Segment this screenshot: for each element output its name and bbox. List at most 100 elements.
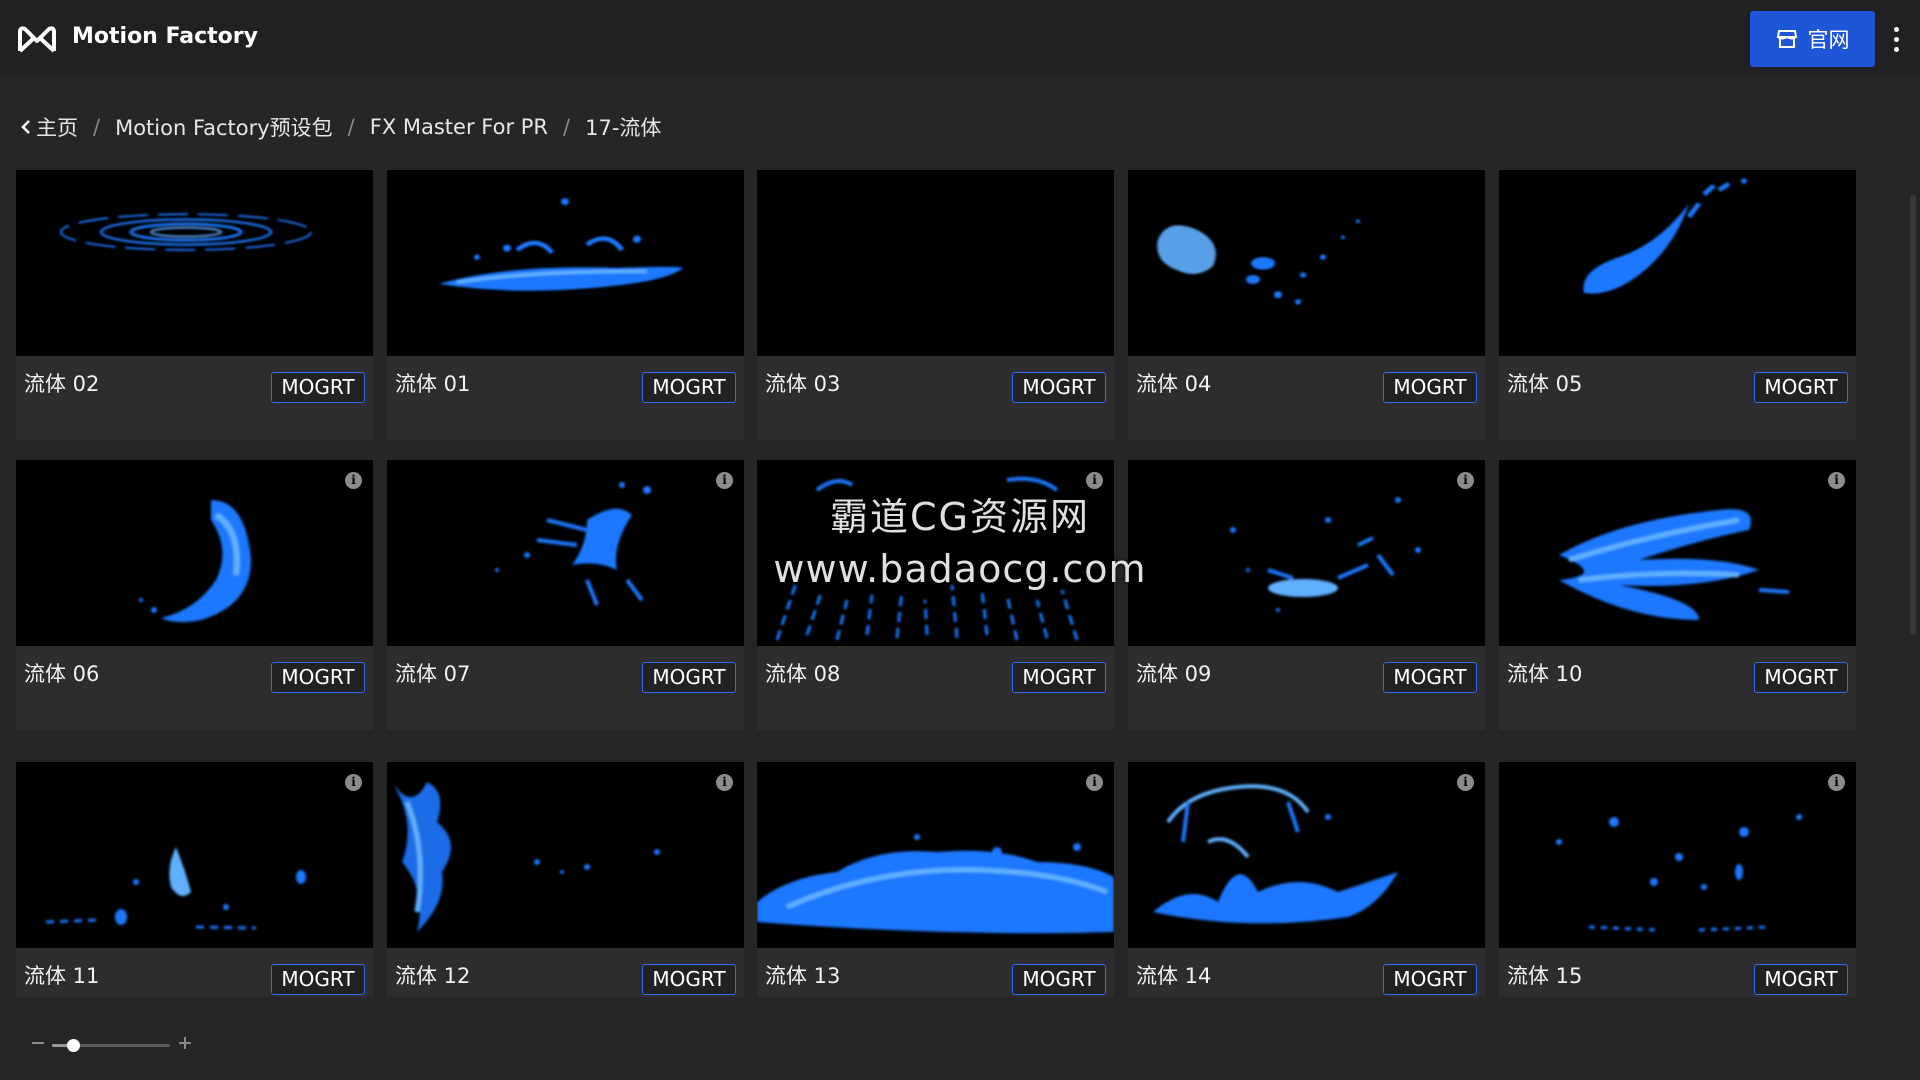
preset-thumbnail[interactable]	[387, 170, 744, 356]
minus-icon[interactable]	[30, 1035, 46, 1051]
breadcrumb-home[interactable]: 主页	[36, 112, 78, 142]
fluid-preview-graphic	[1153, 784, 1398, 924]
mogrt-badge[interactable]: MOGRT	[642, 964, 736, 995]
plus-icon[interactable]	[177, 1035, 193, 1051]
info-icon[interactable]: i	[345, 774, 362, 791]
info-icon[interactable]: i	[716, 472, 733, 489]
preset-thumbnail[interactable]	[1499, 170, 1856, 356]
more-menu-button[interactable]	[1888, 22, 1904, 56]
info-icon[interactable]: i	[1086, 472, 1103, 489]
info-icon[interactable]: i	[345, 472, 362, 489]
preset-thumbnail[interactable]	[16, 460, 373, 646]
preset-card[interactable]: i 流体 12 MOGRT	[387, 762, 744, 997]
breadcrumb-fx-master[interactable]: FX Master For PR	[370, 115, 548, 139]
preset-name: 流体 07	[395, 662, 471, 686]
fluid-preview-graphic	[60, 213, 312, 251]
preset-name: 流体 12	[395, 964, 471, 988]
preset-card[interactable]: i 流体 15 MOGRT	[1499, 762, 1856, 997]
preset-card[interactable]: i流体 01MOGRT	[387, 170, 744, 440]
mogrt-badge[interactable]: MOGRT	[1383, 964, 1477, 995]
mogrt-badge[interactable]: MOGRT	[1012, 372, 1106, 403]
mogrt-badge[interactable]: MOGRT	[1383, 662, 1477, 693]
fluid-preview-graphic	[439, 198, 683, 291]
preset-thumbnail[interactable]	[757, 762, 1114, 948]
preset-thumbnail[interactable]	[1128, 762, 1485, 948]
preset-name: 流体 02	[24, 372, 100, 396]
preset-card[interactable]: i 流体 11 MOGRT	[16, 762, 373, 997]
preset-card[interactable]: i 流体 10 MOGRT	[1499, 460, 1856, 730]
fluid-preview-graphic	[775, 476, 1079, 641]
bottom-bar	[0, 997, 1920, 1080]
info-icon[interactable]: i	[1828, 774, 1845, 791]
preset-name: 流体 03	[765, 372, 841, 396]
preset-name: 流体 10	[1507, 662, 1583, 686]
preset-name: 流体 08	[765, 662, 841, 686]
preset-thumbnail[interactable]	[1499, 460, 1856, 646]
breadcrumb-separator: /	[347, 115, 355, 139]
mogrt-badge[interactable]: MOGRT	[1754, 964, 1848, 995]
fluid-preview-graphic	[392, 782, 660, 932]
store-icon	[1776, 30, 1797, 48]
app-title: Motion Factory	[72, 24, 258, 49]
preset-name: 流体 01	[395, 372, 471, 396]
preset-name: 流体 15	[1507, 964, 1583, 988]
mogrt-badge[interactable]: MOGRT	[1383, 372, 1477, 403]
preset-card[interactable]: i流体 04MOGRT	[1128, 170, 1485, 440]
fluid-preview-graphic	[495, 482, 651, 606]
preset-grid: i 流体 02 MOGRT i 流体 01 MOGRT i 流体 03 MOGRT i 流体 …	[0, 170, 1900, 997]
info-icon[interactable]: i	[1086, 774, 1103, 791]
fluid-preview-graphic	[1556, 814, 1802, 932]
fluid-preview-graphic	[1230, 497, 1421, 612]
mogrt-badge[interactable]: MOGRT	[642, 372, 736, 403]
motion-factory-logo[interactable]	[17, 24, 57, 54]
mogrt-badge[interactable]: MOGRT	[271, 372, 365, 403]
mogrt-badge[interactable]: MOGRT	[1012, 964, 1106, 995]
preset-thumbnail[interactable]	[16, 170, 373, 356]
preset-card[interactable]: i 流体 07 MOGRT	[387, 460, 744, 730]
preset-thumbnail[interactable]	[16, 762, 373, 948]
preset-thumbnail[interactable]	[757, 170, 1114, 356]
preset-card[interactable]: i 流体 13 MOGRT	[757, 762, 1114, 997]
fluid-preview-graphic	[757, 834, 1114, 934]
mogrt-badge[interactable]: MOGRT	[642, 662, 736, 693]
info-icon[interactable]: i	[1457, 774, 1474, 791]
preset-card[interactable]: i流体 05MOGRT	[1499, 170, 1856, 440]
vertical-scrollbar[interactable]	[1910, 195, 1916, 635]
preset-thumbnail[interactable]	[387, 460, 744, 646]
preset-card[interactable]: i 流体 08 MOGRT	[757, 460, 1114, 730]
preset-thumbnail[interactable]	[1128, 170, 1485, 356]
more-dot-icon	[1893, 46, 1899, 52]
preset-thumbnail[interactable]	[387, 762, 744, 948]
zoom-slider[interactable]	[52, 1039, 170, 1052]
preset-card[interactable]: i 流体 09 MOGRT	[1128, 460, 1485, 730]
preset-card[interactable]: i流体 03MOGRT	[757, 170, 1114, 440]
official-site-button[interactable]: 官网	[1750, 11, 1875, 67]
more-dot-icon	[1893, 36, 1899, 42]
fluid-preview-graphic	[757, 170, 1114, 334]
preset-card[interactable]: i 流体 14 MOGRT	[1128, 762, 1485, 997]
breadcrumb: 主页 / Motion Factory预设包 / FX Master For P…	[20, 112, 661, 142]
fluid-preview-graphic	[45, 847, 306, 930]
info-icon[interactable]: i	[1828, 472, 1845, 489]
preset-card[interactable]: i 流体 06 MOGRT	[16, 460, 373, 730]
mogrt-badge[interactable]: MOGRT	[1012, 662, 1106, 693]
info-icon[interactable]: i	[1457, 472, 1474, 489]
preset-card[interactable]: i流体 02MOGRT	[16, 170, 373, 440]
preset-name: 流体 04	[1136, 372, 1212, 396]
mogrt-badge[interactable]: MOGRT	[271, 964, 365, 995]
preset-thumbnail[interactable]	[757, 460, 1114, 646]
fluid-preview-graphic	[139, 500, 251, 623]
breadcrumb-separator: /	[563, 115, 571, 139]
mogrt-badge[interactable]: MOGRT	[1754, 372, 1848, 403]
fluid-preview-graphic	[1583, 178, 1747, 294]
info-icon[interactable]: i	[716, 774, 733, 791]
mogrt-badge[interactable]: MOGRT	[271, 662, 365, 693]
official-site-label: 官网	[1807, 28, 1850, 52]
mogrt-badge[interactable]: MOGRT	[1754, 662, 1848, 693]
fluid-preview-graphic	[1559, 509, 1790, 620]
preset-thumbnail[interactable]	[1499, 762, 1856, 948]
preset-thumbnail[interactable]	[1128, 460, 1485, 646]
breadcrumb-current-folder: 17-流体	[585, 116, 662, 140]
breadcrumb-preset-pack[interactable]: Motion Factory预设包	[115, 112, 333, 142]
chevron-left-icon[interactable]	[20, 119, 32, 135]
